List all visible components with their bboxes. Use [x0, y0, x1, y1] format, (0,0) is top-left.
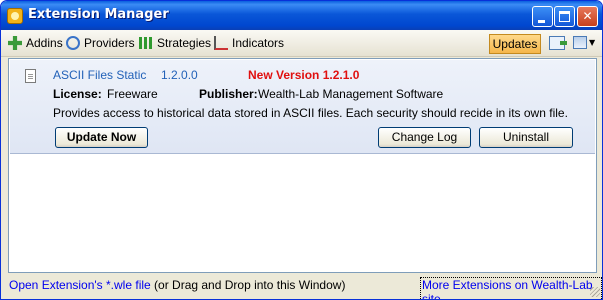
close-icon: ✕ — [582, 9, 593, 23]
toolbar-strategies[interactable]: Strategies — [139, 35, 211, 51]
window-title: Extension Manager — [28, 7, 169, 22]
minimize-button[interactable] — [532, 6, 553, 27]
license-label: License: — [53, 87, 102, 101]
addins-icon — [8, 36, 22, 50]
new-version-label: New Version 1.2.1.0 — [248, 68, 360, 82]
toolbar: Addins Providers Strategies Indicators U… — [1, 30, 602, 57]
document-icon — [25, 69, 36, 83]
extension-list: ASCII Files Static 1.2.0.0 New Version 1… — [8, 58, 597, 273]
uninstall-button[interactable]: Uninstall — [479, 127, 573, 148]
resize-grip[interactable] — [590, 287, 600, 297]
close-button[interactable]: ✕ — [577, 6, 598, 27]
change-log-button[interactable]: Change Log — [378, 127, 471, 148]
title-bar[interactable]: Extension Manager ✕ — [1, 1, 602, 30]
minimize-icon — [538, 20, 545, 23]
providers-icon — [66, 36, 80, 50]
updates-button[interactable]: Updates — [489, 34, 541, 54]
toolbar-addins[interactable]: Addins — [8, 35, 63, 51]
indicators-icon — [214, 36, 228, 50]
maximize-icon — [559, 11, 570, 22]
chevron-down-icon[interactable]: ▼ — [589, 38, 595, 47]
publisher-value: Wealth-Lab Management Software — [258, 87, 444, 101]
toolbar-strategies-label: Strategies — [157, 36, 212, 50]
license-value: Freeware — [107, 87, 158, 101]
extension-card[interactable]: ASCII Files Static 1.2.0.0 New Version 1… — [10, 60, 595, 154]
toolbar-providers-label: Providers — [84, 36, 135, 50]
view-options-icon[interactable] — [573, 36, 587, 49]
extension-manager-window: Extension Manager ✕ Addins Providers Str… — [0, 0, 603, 300]
footer-open-area: Open Extension's *.wle file (or Drag and… — [9, 278, 345, 292]
drag-drop-hint: (or Drag and Drop into this Window) — [150, 278, 346, 292]
toolbar-providers[interactable]: Providers — [66, 35, 135, 51]
update-now-button[interactable]: Update Now — [55, 127, 148, 148]
extension-version: 1.2.0.0 — [161, 68, 198, 82]
more-extensions-link[interactable]: More Extensions on Wealth-Lab site — [420, 277, 602, 299]
extension-name: ASCII Files Static — [53, 68, 147, 82]
toolbar-addins-label: Addins — [26, 36, 63, 50]
open-extension-link[interactable]: Open Extension's *.wle file — [9, 278, 151, 292]
strategies-icon — [139, 37, 153, 49]
toolbar-indicators[interactable]: Indicators — [214, 35, 284, 51]
extension-description: Provides access to historical data store… — [53, 106, 568, 120]
app-icon — [7, 8, 23, 24]
maximize-button[interactable] — [554, 6, 575, 27]
publisher-label: Publisher: — [199, 87, 258, 101]
export-icon[interactable] — [549, 36, 567, 50]
toolbar-indicators-label: Indicators — [232, 36, 285, 50]
